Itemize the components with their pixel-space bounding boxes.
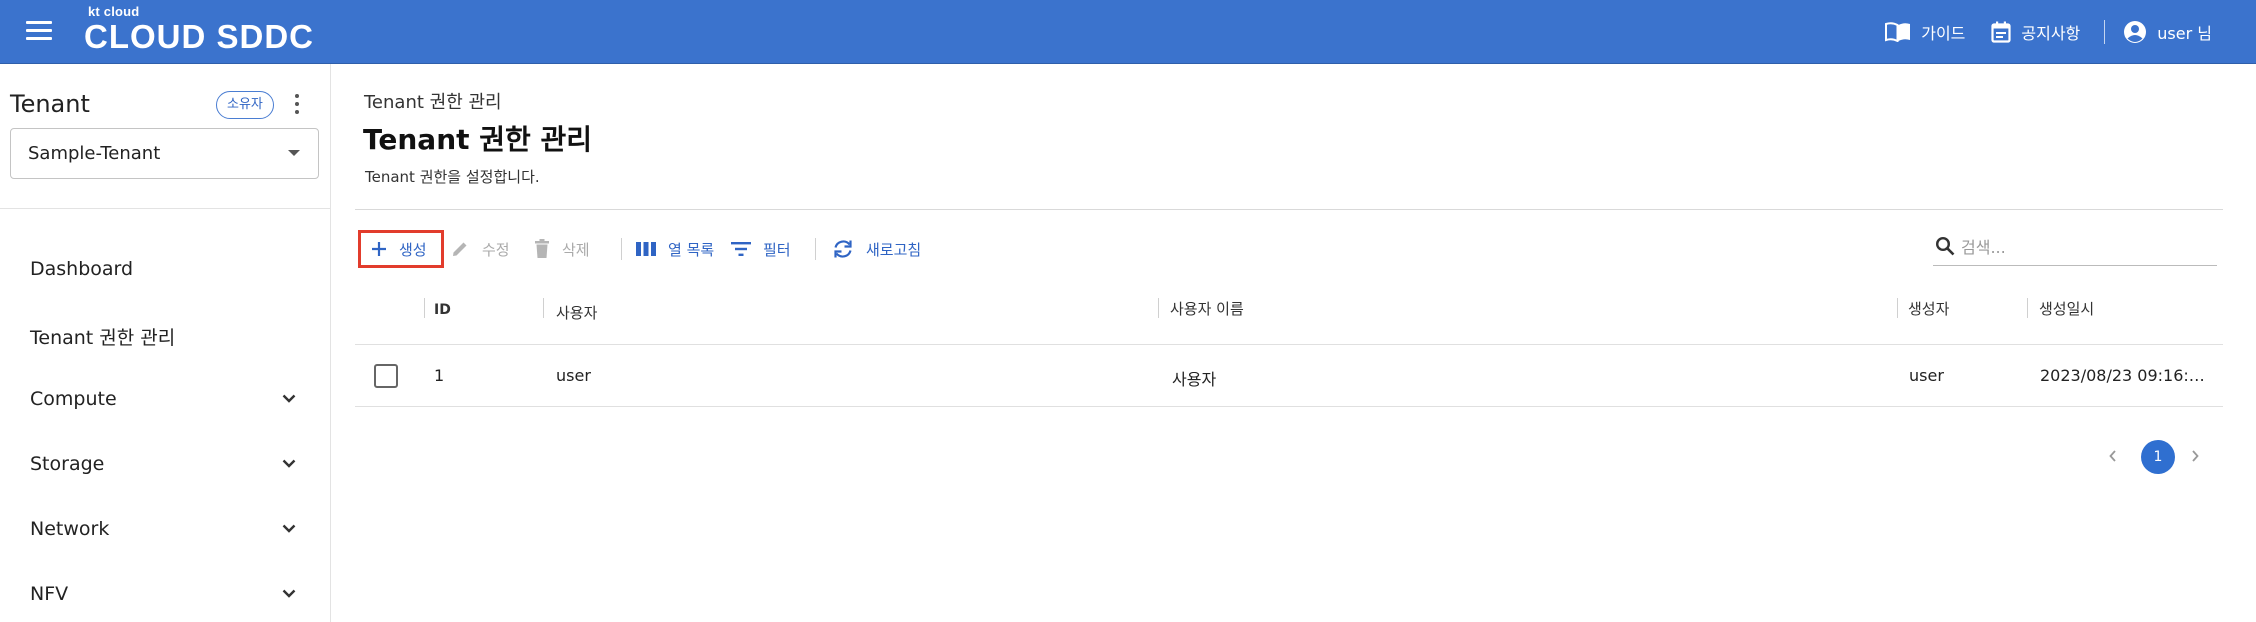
sidebar-item-dashboard[interactable]: Dashboard <box>0 244 330 300</box>
tenant-select-value: Sample-Tenant <box>28 143 161 164</box>
notice-label: 공지사항 <box>2021 24 2081 43</box>
breadcrumb: Tenant 권한 관리 <box>364 92 502 113</box>
app-root: kt cloud CLOUD SDDC 가이드 공지사항 user 님 Tena… <box>0 0 2256 622</box>
sidebar-item-label: Storage <box>30 453 105 475</box>
user-menu[interactable]: user 님 <box>2123 20 2212 44</box>
column-header-user-name[interactable]: 사용자 이름 <box>1170 298 1244 319</box>
create-button[interactable]: 생성 <box>358 230 444 268</box>
user-label: user 님 <box>2157 24 2212 43</box>
sidebar-item-network[interactable]: Network <box>0 504 330 560</box>
columns-button[interactable]: 열 목록 <box>636 230 714 268</box>
delete-button[interactable]: 삭제 <box>534 230 590 268</box>
column-separator <box>543 298 544 318</box>
menu-icon[interactable] <box>26 21 52 41</box>
chevron-left-icon[interactable] <box>2108 448 2118 464</box>
search-box[interactable] <box>1933 230 2217 266</box>
guide-link[interactable]: 가이드 <box>1885 20 1965 44</box>
refresh-label: 새로고침 <box>866 240 922 259</box>
edit-button[interactable]: 수정 <box>450 230 510 268</box>
page-description: Tenant 권한을 설정합니다. <box>365 168 540 186</box>
row-checkbox[interactable] <box>374 364 398 388</box>
edit-label: 수정 <box>482 240 510 259</box>
pencil-icon <box>453 242 467 256</box>
book-icon <box>1885 22 1911 42</box>
tenant-select[interactable]: Sample-Tenant <box>10 128 319 179</box>
delete-label: 삭제 <box>562 240 590 259</box>
sidebar-divider <box>0 208 330 209</box>
column-header-id[interactable]: ID <box>434 302 451 318</box>
tenant-heading: Tenant <box>10 90 90 118</box>
guide-label: 가이드 <box>1921 24 1966 43</box>
more-vert-icon[interactable] <box>290 94 304 118</box>
dropdown-arrow-icon <box>288 150 300 156</box>
search-input[interactable] <box>1961 234 2211 260</box>
chevron-down-icon <box>282 394 296 403</box>
chevron-down-icon <box>282 524 296 533</box>
sidebar-item-nfv[interactable]: NFV <box>0 569 330 622</box>
sidebar-item-label: NFV <box>30 583 69 605</box>
top-right-actions: 가이드 공지사항 user 님 <box>1885 0 2256 64</box>
chevron-down-icon <box>282 589 296 598</box>
toolbar-divider <box>621 238 622 260</box>
view-column-icon <box>636 242 656 256</box>
chevron-right-icon[interactable] <box>2190 448 2200 464</box>
calendar-icon <box>1991 21 2011 43</box>
top-divider <box>2104 20 2106 44</box>
column-separator <box>1158 298 1159 318</box>
column-separator <box>424 298 425 318</box>
page-title: Tenant 권한 관리 <box>363 123 593 156</box>
column-separator <box>2027 298 2028 318</box>
filter-label: 필터 <box>763 240 791 259</box>
cell-user-name: 사용자 <box>1172 370 1217 389</box>
columns-label: 열 목록 <box>668 240 715 259</box>
cell-user: user <box>556 366 591 385</box>
column-header-created-at[interactable]: 생성일시 <box>2039 298 2094 319</box>
sidebar-item-label: Compute <box>30 388 117 410</box>
sidebar-item-storage[interactable]: Storage <box>0 439 330 495</box>
column-separator <box>1897 298 1898 318</box>
toolbar-divider <box>815 238 816 260</box>
cell-created-at: 2023/08/23 09:16:… <box>2040 366 2205 385</box>
notice-link[interactable]: 공지사항 <box>1991 20 2080 44</box>
create-label: 생성 <box>399 240 427 259</box>
table-header-border <box>355 344 2223 345</box>
sidebar-item-label: Network <box>30 518 110 540</box>
owner-badge[interactable]: 소유자 <box>216 91 274 119</box>
column-header-user[interactable]: 사용자 <box>556 302 597 323</box>
chevron-down-icon <box>282 459 296 468</box>
account-circle-icon <box>2124 21 2147 43</box>
logo-title: CLOUD SDDC <box>84 18 314 55</box>
logo-subtitle: kt cloud <box>88 4 140 19</box>
cell-creator: user <box>1909 366 1944 385</box>
page-button-current[interactable]: 1 <box>2141 440 2175 474</box>
sidebar-item-tenant-permissions[interactable]: Tenant 권한 관리 <box>0 309 330 365</box>
refresh-button[interactable]: 새로고침 <box>832 230 921 268</box>
plus-icon <box>372 242 386 256</box>
refresh-icon <box>834 240 852 258</box>
top-app-bar: kt cloud CLOUD SDDC 가이드 공지사항 user 님 <box>0 0 2256 64</box>
logo[interactable]: kt cloud CLOUD SDDC <box>84 5 314 55</box>
trash-icon <box>535 239 549 258</box>
sidebar-item-compute[interactable]: Compute <box>0 374 330 430</box>
sidebar: Tenant 소유자 Sample-Tenant Dashboard Tenan… <box>0 64 331 622</box>
filter-list-icon <box>731 242 751 256</box>
header-divider <box>355 209 2223 210</box>
sidebar-item-label: Dashboard <box>30 258 134 280</box>
table-row-border <box>355 406 2223 407</box>
sidebar-item-label: Tenant 권한 관리 <box>30 327 176 349</box>
column-header-creator[interactable]: 생성자 <box>1908 298 1949 319</box>
cell-id: 1 <box>434 366 445 385</box>
filter-button[interactable]: 필터 <box>731 230 791 268</box>
search-icon <box>1935 236 1955 256</box>
